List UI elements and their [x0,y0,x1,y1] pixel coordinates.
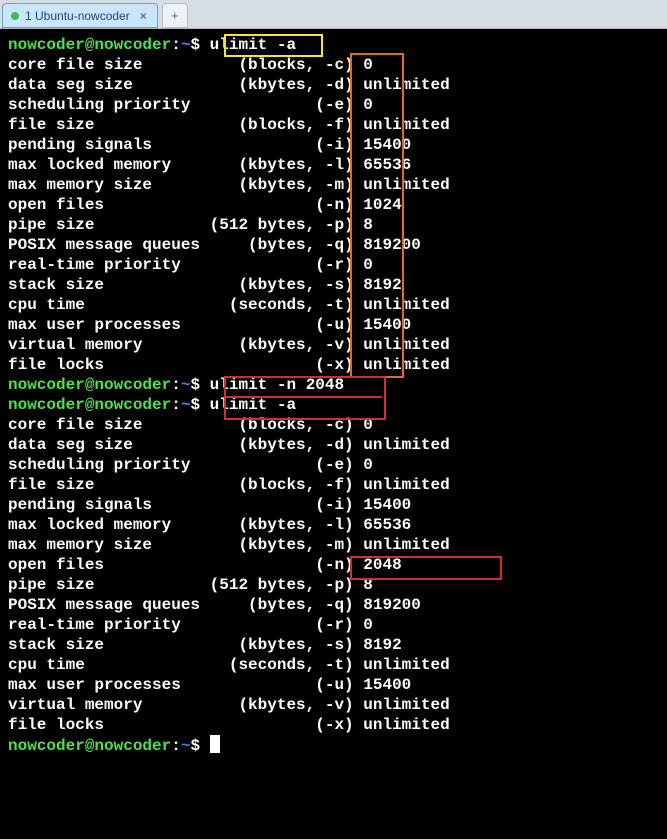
prompt-line-3: nowcoder@nowcoder:~$ ulimit -a [8,395,665,415]
ulimit-row: scheduling priority (-e) 0 [8,95,665,115]
new-tab-button[interactable]: + [162,3,188,28]
ulimit-row: core file size (blocks, -c) 0 [8,415,665,435]
ulimit-row: data seg size (kbytes, -d) unlimited [8,435,665,455]
ulimit-row: max user processes (-u) 15400 [8,315,665,335]
ulimit-row: core file size (blocks, -c) 0 [8,55,665,75]
ulimit-row: real-time priority (-r) 0 [8,255,665,275]
status-dot-icon [11,12,19,20]
ulimit-row: POSIX message queues (bytes, -q) 819200 [8,235,665,255]
ulimit-row: scheduling priority (-e) 0 [8,455,665,475]
ulimit-row: file size (blocks, -f) unlimited [8,475,665,495]
ulimit-row: stack size (kbytes, -s) 8192 [8,635,665,655]
command-3: ulimit -a [210,396,296,414]
terminal-output[interactable]: nowcoder@nowcoder:~$ ulimit -a core file… [0,29,667,758]
ulimit-row: max memory size (kbytes, -m) unlimited [8,535,665,555]
ulimit-row: max locked memory (kbytes, -l) 65536 [8,155,665,175]
close-icon[interactable]: × [140,9,147,23]
cursor-icon [210,735,220,753]
ulimit-row: open files (-n) 2048 [8,555,665,575]
ulimit-row: POSIX message queues (bytes, -q) 819200 [8,595,665,615]
tab-bar: 1 Ubuntu-nowcoder × + [0,0,667,29]
ulimit-row: max user processes (-u) 15400 [8,675,665,695]
prompt-line-4: nowcoder@nowcoder:~$ [8,735,665,756]
tab-title: 1 Ubuntu-nowcoder [25,9,130,23]
ulimit-row: cpu time (seconds, -t) unlimited [8,655,665,675]
ulimit-row: file size (blocks, -f) unlimited [8,115,665,135]
command-2: ulimit -n 2048 [210,376,344,394]
ulimit-row: max locked memory (kbytes, -l) 65536 [8,515,665,535]
ulimit-row: file locks (-x) unlimited [8,355,665,375]
ulimit-row: pipe size (512 bytes, -p) 8 [8,575,665,595]
prompt-line-2: nowcoder@nowcoder:~$ ulimit -n 2048 [8,375,665,395]
plus-icon: + [171,8,179,23]
ulimit-row: open files (-n) 1024 [8,195,665,215]
ulimit-row: file locks (-x) unlimited [8,715,665,735]
ulimit-row: cpu time (seconds, -t) unlimited [8,295,665,315]
command-1: ulimit -a [210,36,296,54]
ulimit-row: data seg size (kbytes, -d) unlimited [8,75,665,95]
ulimit-row: real-time priority (-r) 0 [8,615,665,635]
ulimit-row: max memory size (kbytes, -m) unlimited [8,175,665,195]
ulimit-row: stack size (kbytes, -s) 8192 [8,275,665,295]
ulimit-row: pending signals (-i) 15400 [8,135,665,155]
tab-ubuntu[interactable]: 1 Ubuntu-nowcoder × [2,3,158,28]
ulimit-row: pending signals (-i) 15400 [8,495,665,515]
ulimit-row: pipe size (512 bytes, -p) 8 [8,215,665,235]
ulimit-row: virtual memory (kbytes, -v) unlimited [8,335,665,355]
prompt-line-1: nowcoder@nowcoder:~$ ulimit -a [8,35,665,55]
ulimit-row: virtual memory (kbytes, -v) unlimited [8,695,665,715]
